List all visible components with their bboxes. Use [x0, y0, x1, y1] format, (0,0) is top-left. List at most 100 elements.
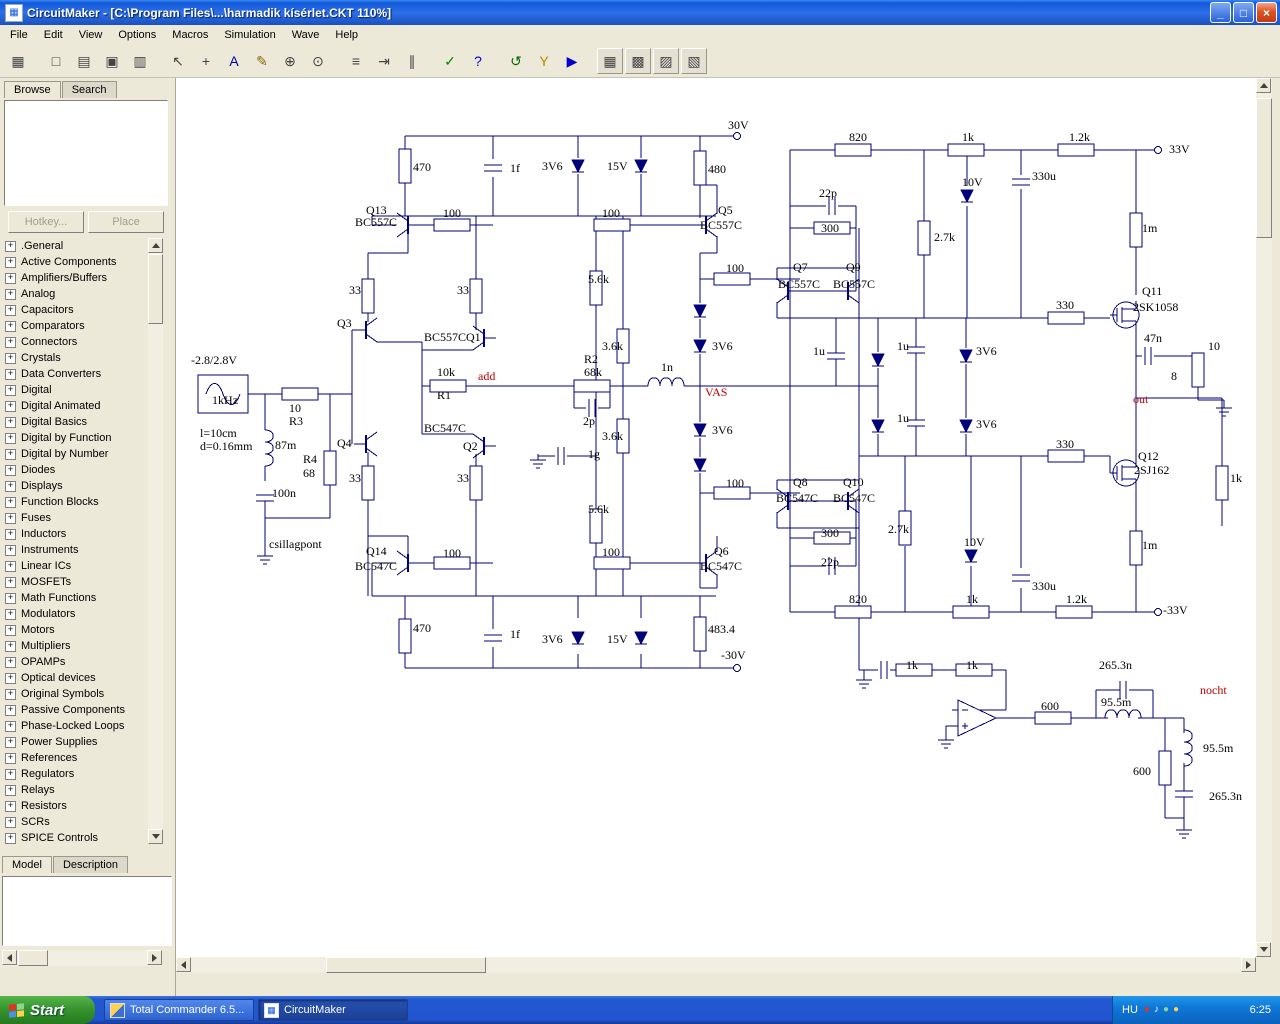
minimize-button[interactable]: _	[1210, 2, 1231, 23]
menu-item-wave[interactable]: Wave	[284, 26, 328, 44]
toolbar-find-button[interactable]: ≡	[343, 48, 369, 74]
expand-icon[interactable]: +	[5, 464, 16, 476]
tree-item-comparators[interactable]: + Comparators	[2, 318, 148, 334]
tab-description[interactable]: Description	[52, 856, 128, 873]
toolbar-signal-generator-button[interactable]: ▨	[653, 48, 679, 74]
panel-scroll-left-icon[interactable]	[2, 950, 17, 965]
tree-item-spice-controls[interactable]: + SPICE Controls	[2, 830, 148, 844]
tree-item-crystals[interactable]: + Crystals	[2, 350, 148, 366]
canvas-vscroll-thumb[interactable]	[1256, 98, 1272, 238]
canvas-scroll-up-icon[interactable]	[1256, 78, 1271, 93]
expand-icon[interactable]: +	[5, 272, 16, 284]
expand-icon[interactable]: +	[5, 384, 16, 396]
tree-item-resistors[interactable]: + Resistors	[2, 798, 148, 814]
canvas-scroll-down-icon[interactable]	[1256, 942, 1271, 957]
tree-item-power-supplies[interactable]: + Power Supplies	[2, 734, 148, 750]
hotkey-button[interactable]: Hotkey...	[8, 211, 84, 233]
tree-scroll-down-icon[interactable]	[148, 829, 163, 844]
tree-item-original-symbols[interactable]: + Original Symbols	[2, 686, 148, 702]
panel-scroll-right-icon[interactable]	[147, 950, 162, 965]
tree-scrollbar[interactable]	[148, 238, 163, 844]
toolbar-report-button[interactable]: ⇥	[371, 48, 397, 74]
canvas-hscroll-thumb[interactable]	[326, 957, 486, 973]
toolbar-cursor-button[interactable]: ↖	[165, 48, 191, 74]
tree-item-digital-by-number[interactable]: + Digital by Number	[2, 446, 148, 462]
menu-item-options[interactable]: Options	[110, 26, 164, 44]
tree-item-data-converters[interactable]: + Data Converters	[2, 366, 148, 382]
expand-icon[interactable]: +	[5, 352, 16, 364]
restore-button[interactable]: □	[1233, 2, 1254, 23]
toolbar-split-view-button[interactable]: ∥	[399, 48, 425, 74]
tree-item-displays[interactable]: + Displays	[2, 478, 148, 494]
expand-icon[interactable]: +	[5, 400, 16, 412]
toolbar-open-button[interactable]: ▤	[71, 48, 97, 74]
menu-item-macros[interactable]: Macros	[164, 26, 216, 44]
toolbar-oscilloscope-button[interactable]: ▧	[681, 48, 707, 74]
tree-item-digital-animated[interactable]: + Digital Animated	[2, 398, 148, 414]
toolbar-save-button[interactable]: ▣	[99, 48, 125, 74]
tree-item-instruments[interactable]: + Instruments	[2, 542, 148, 558]
menu-item-help[interactable]: Help	[327, 26, 366, 44]
expand-icon[interactable]: +	[5, 704, 16, 716]
canvas-vscrollbar[interactable]	[1256, 78, 1272, 957]
toolbar-probe-button[interactable]: Y	[531, 48, 557, 74]
expand-icon[interactable]: +	[5, 304, 16, 316]
tree-item-optical-devices[interactable]: + Optical devices	[2, 670, 148, 686]
toolbar-digital-display-button[interactable]: ▦	[597, 48, 623, 74]
tree-item-references[interactable]: + References	[2, 750, 148, 766]
tree-item-connectors[interactable]: + Connectors	[2, 334, 148, 350]
start-button[interactable]: Start	[0, 996, 95, 1024]
expand-icon[interactable]: +	[5, 320, 16, 332]
expand-icon[interactable]: +	[5, 368, 16, 380]
tree-item-passive-components[interactable]: + Passive Components	[2, 702, 148, 718]
expand-icon[interactable]: +	[5, 720, 16, 732]
expand-icon[interactable]: +	[5, 640, 16, 652]
expand-icon[interactable]: +	[5, 432, 16, 444]
expand-icon[interactable]: +	[5, 736, 16, 748]
language-indicator[interactable]: HU	[1122, 1004, 1138, 1016]
expand-icon[interactable]: +	[5, 608, 16, 620]
tree-scroll-up-icon[interactable]	[148, 238, 163, 253]
menu-item-file[interactable]: File	[2, 26, 36, 44]
menu-item-edit[interactable]: Edit	[36, 26, 71, 44]
toolbar-wire-button[interactable]: ✎	[249, 48, 275, 74]
close-button[interactable]: ×	[1256, 2, 1277, 23]
tree-item-analog[interactable]: + Analog	[2, 286, 148, 302]
tree-item-inductors[interactable]: + Inductors	[2, 526, 148, 542]
expand-icon[interactable]: +	[5, 512, 16, 524]
toolbar-new-button[interactable]: □	[43, 48, 69, 74]
toolbar-run-button[interactable]: ▶	[559, 48, 585, 74]
expand-icon[interactable]: +	[5, 256, 16, 268]
panel-scroll-thumb[interactable]	[18, 950, 48, 966]
tree-item-function-blocks[interactable]: + Function Blocks	[2, 494, 148, 510]
expand-icon[interactable]: +	[5, 528, 16, 540]
tree-item-multipliers[interactable]: + Multipliers	[2, 638, 148, 654]
toolbar-text-button[interactable]: A	[221, 48, 247, 74]
schematic-canvas[interactable]: 30V 470 1f 3V6 15V 480 820 1k 1.2k 33V 10V 330u 22p 3…	[176, 78, 1256, 957]
expand-icon[interactable]: +	[5, 448, 16, 460]
place-button[interactable]: Place	[88, 211, 164, 233]
expand-icon[interactable]: +	[5, 336, 16, 348]
expand-icon[interactable]: +	[5, 656, 16, 668]
expand-icon[interactable]: +	[5, 688, 16, 700]
messenger-icon[interactable]: ●	[1173, 1005, 1179, 1015]
panel-hscrollbar[interactable]	[2, 950, 162, 966]
tree-item-scrs[interactable]: + SCRs	[2, 814, 148, 830]
expand-icon[interactable]: +	[5, 784, 16, 796]
tree-item-digital[interactable]: + Digital	[2, 382, 148, 398]
taskbar-task-total-commander-6-5[interactable]: Total Commander 6.5...	[104, 999, 254, 1021]
tree-item-general[interactable]: + .General	[2, 238, 148, 254]
network-icon[interactable]: ●	[1163, 1005, 1169, 1015]
tree-item-opamps[interactable]: + OPAMPs	[2, 654, 148, 670]
tree-item-capacitors[interactable]: + Capacitors	[2, 302, 148, 318]
toolbar-zoom-window-button[interactable]: ⊕	[277, 48, 303, 74]
tree-item-relays[interactable]: + Relays	[2, 782, 148, 798]
canvas-hscrollbar[interactable]	[176, 957, 1256, 973]
toolbar-print-button[interactable]: ▥	[127, 48, 153, 74]
expand-icon[interactable]: +	[5, 576, 16, 588]
toolbar-mixed-mode-sim-button[interactable]: ✓	[437, 48, 463, 74]
menu-item-simulation[interactable]: Simulation	[216, 26, 283, 44]
tab-search[interactable]: Search	[61, 81, 117, 98]
tree-item-linear-ics[interactable]: + Linear ICs	[2, 558, 148, 574]
toolbar-help-button[interactable]: ?	[465, 48, 491, 74]
